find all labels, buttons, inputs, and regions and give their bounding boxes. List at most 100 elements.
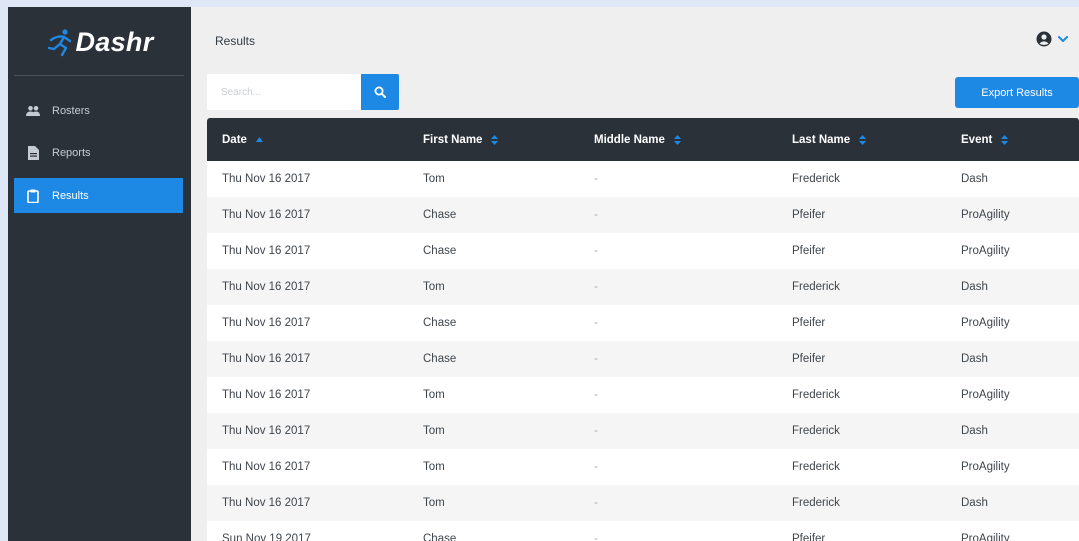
cell-middle-name: -: [594, 281, 598, 293]
cell-date: Thu Nov 16 2017: [222, 425, 311, 437]
table-row[interactable]: Thu Nov 16 2017 Tom - Frederick Dash: [207, 413, 1079, 449]
table-row[interactable]: Sun Nov 19 2017 Chase - Pfeifer ProAgili…: [207, 521, 1079, 541]
column-header-label: Last Name: [792, 133, 851, 146]
table-row[interactable]: Thu Nov 16 2017 Chase - Pfeifer ProAgili…: [207, 197, 1079, 233]
cell-middle-name: -: [594, 317, 598, 329]
search-bar: [207, 74, 399, 110]
app-name-suffix: r: [142, 26, 154, 57]
search-input[interactable]: [207, 74, 361, 110]
cell-event: ProAgility: [961, 389, 1010, 401]
table-row[interactable]: Thu Nov 16 2017 Tom - Frederick ProAgili…: [207, 377, 1079, 413]
cell-date: Thu Nov 16 2017: [222, 281, 311, 293]
document-icon: [26, 145, 40, 160]
sort-icon: [491, 134, 499, 145]
cell-last-name: Frederick: [792, 497, 840, 509]
cell-date: Thu Nov 16 2017: [222, 461, 311, 473]
cell-first-name: Chase: [423, 533, 457, 541]
column-header-label: First Name: [423, 133, 483, 146]
sidebar-item-reports[interactable]: Reports: [14, 135, 183, 170]
cell-middle-name: -: [594, 425, 598, 437]
cell-first-name: Tom: [423, 173, 445, 185]
sidebar-item-label: Results: [52, 189, 89, 202]
cell-middle-name: -: [594, 209, 598, 221]
cell-middle-name: -: [594, 353, 598, 365]
sort-icon: [673, 134, 681, 145]
cell-event: ProAgility: [961, 245, 1010, 257]
cell-first-name: Tom: [423, 281, 445, 293]
app-window: Dashr Rosters Reports Results Results Se…: [8, 7, 1079, 541]
cell-date: Thu Nov 16 2017: [222, 497, 311, 509]
column-header-label: Middle Name: [594, 133, 665, 146]
cell-event: ProAgility: [961, 533, 1010, 541]
sidebar-divider: [14, 75, 184, 76]
cell-last-name: Frederick: [792, 425, 840, 437]
table-row[interactable]: Thu Nov 16 2017 Chase - Pfeifer ProAgili…: [207, 305, 1079, 341]
clipboard-icon: [26, 189, 40, 203]
sidebar-item-label: Reports: [52, 146, 91, 159]
cell-middle-name: -: [594, 389, 598, 401]
results-table: Date First Name Middle Name Last Name Ev…: [207, 118, 1079, 541]
breadcrumb: Results: [215, 34, 256, 48]
cell-date: Thu Nov 16 2017: [222, 209, 311, 221]
cell-date: Sun Nov 19 2017: [222, 533, 311, 541]
runner-logo-icon: [48, 29, 72, 57]
column-header-event[interactable]: Event: [961, 133, 1009, 146]
column-header-label: Event: [961, 133, 993, 146]
cell-date: Thu Nov 16 2017: [222, 245, 311, 257]
cell-first-name: Tom: [423, 389, 445, 401]
table-row[interactable]: Thu Nov 16 2017 Tom - Frederick Dash: [207, 485, 1079, 521]
sidebar-item-rosters[interactable]: Rosters: [14, 93, 183, 128]
table-row[interactable]: Thu Nov 16 2017 Tom - Frederick Dash: [207, 269, 1079, 305]
column-header-middle-name[interactable]: Middle Name: [594, 134, 681, 146]
sidebar: Dashr Rosters Reports Results: [8, 7, 191, 541]
search-button[interactable]: [361, 74, 399, 110]
sidebar-item-results[interactable]: Results: [14, 178, 183, 213]
cell-middle-name: -: [594, 497, 598, 509]
cell-event: Dash: [961, 173, 988, 185]
table-row[interactable]: Thu Nov 16 2017 Tom - Frederick Dash: [207, 161, 1079, 197]
sort-icon: [1001, 134, 1009, 145]
cell-last-name: Frederick: [792, 461, 840, 473]
app-logo[interactable]: Dashr: [8, 7, 191, 77]
export-results-button[interactable]: Export Results: [955, 77, 1079, 108]
people-icon: [26, 104, 40, 118]
cell-event: ProAgility: [961, 317, 1010, 329]
cell-last-name: Pfeifer: [792, 209, 826, 221]
cell-event: Dash: [961, 353, 988, 365]
cell-last-name: Pfeifer: [792, 533, 826, 541]
cell-date: Thu Nov 16 2017: [222, 389, 311, 401]
cell-event: Dash: [961, 281, 988, 293]
table-row[interactable]: Thu Nov 16 2017 Chase - Pfeifer ProAgili…: [207, 233, 1079, 269]
user-menu[interactable]: [1036, 31, 1068, 47]
cell-event: Dash: [961, 425, 988, 437]
table-header: Date First Name Middle Name Last Name Ev…: [207, 118, 1079, 161]
column-header-first-name[interactable]: First Name: [423, 133, 499, 146]
cell-middle-name: -: [594, 461, 598, 473]
user-circle-icon: [1036, 31, 1052, 47]
table-row[interactable]: Thu Nov 16 2017 Chase - Pfeifer Dash: [207, 341, 1079, 377]
cell-last-name: Pfeifer: [792, 353, 826, 365]
cell-event: ProAgility: [961, 209, 1010, 221]
cell-middle-name: -: [594, 173, 598, 185]
app-name-prefix: Dash: [75, 26, 143, 57]
top-bar: Results: [191, 7, 1079, 69]
sidebar-item-label: Rosters: [52, 104, 90, 117]
cell-date: Thu Nov 16 2017: [222, 317, 311, 329]
cell-middle-name: -: [594, 533, 598, 541]
chevron-down-icon: [1058, 35, 1068, 42]
cell-event: Dash: [961, 497, 988, 509]
search-icon: [374, 86, 386, 98]
cell-last-name: Frederick: [792, 389, 840, 401]
cell-first-name: Tom: [423, 497, 445, 509]
cell-first-name: Chase: [423, 353, 457, 365]
column-header-date[interactable]: Date: [222, 134, 263, 146]
cell-date: Thu Nov 16 2017: [222, 353, 311, 365]
cell-event: ProAgility: [961, 461, 1010, 473]
sort-asc-icon: [255, 137, 263, 142]
cell-last-name: Pfeifer: [792, 317, 826, 329]
cell-last-name: Frederick: [792, 173, 840, 185]
column-header-last-name[interactable]: Last Name: [792, 133, 867, 146]
cell-last-name: Frederick: [792, 281, 840, 293]
table-row[interactable]: Thu Nov 16 2017 Tom - Frederick ProAgili…: [207, 449, 1079, 485]
cell-last-name: Pfeifer: [792, 245, 826, 257]
